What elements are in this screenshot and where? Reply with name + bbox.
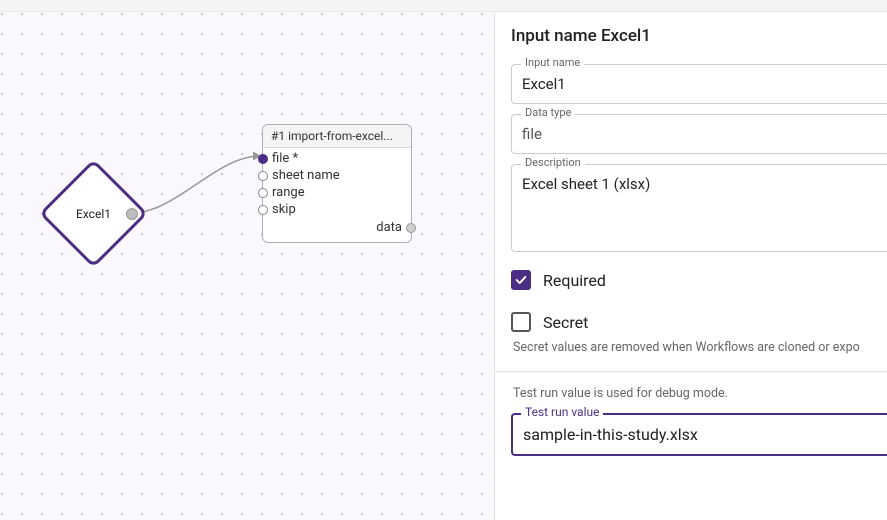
step-node-body: file * sheet name range skip data (263, 148, 411, 242)
field-legend-input-name: Input name (521, 56, 584, 69)
field-description: Description (511, 164, 887, 256)
input-port-row[interactable]: range (263, 184, 411, 201)
field-legend-test-run: Test run value (521, 405, 603, 419)
panel-title-value: Excel1 (601, 26, 651, 46)
input-node-output-port[interactable] (126, 208, 138, 220)
field-legend-data-type: Data type (521, 106, 575, 119)
field-test-run-value: Test run value (511, 413, 887, 456)
field-input-name: Input name (511, 64, 887, 104)
secret-checkbox-row[interactable]: Secret (511, 312, 887, 332)
input-port-dot[interactable] (258, 154, 268, 164)
data-type-field[interactable] (511, 114, 887, 154)
required-checkbox-row[interactable]: Required (511, 270, 887, 290)
output-port-dot[interactable] (406, 223, 416, 233)
field-legend-description: Description (521, 156, 585, 169)
input-port-dot[interactable] (258, 205, 268, 215)
workflow-canvas[interactable]: Excel1 #1 import-from-excel... file * she… (0, 12, 495, 520)
input-node-excel1[interactable]: Excel1 (55, 175, 132, 252)
description-field[interactable] (511, 164, 887, 252)
input-port-label: range (272, 185, 305, 200)
output-port-row[interactable]: data (263, 218, 411, 238)
panel-divider (495, 371, 887, 372)
panel-title: Input name Excel1 (511, 26, 887, 46)
test-run-help: Test run value is used for debug mode. (513, 386, 887, 401)
step-node-header: #1 import-from-excel... (263, 125, 411, 148)
input-port-row[interactable]: sheet name (263, 167, 411, 184)
properties-panel: Input name Excel1 Input name Data type D… (495, 12, 887, 520)
panel-title-prefix: Input name (511, 26, 597, 46)
input-port-label: sheet name (272, 168, 340, 183)
input-name-field[interactable] (511, 64, 887, 104)
canvas-grid (0, 12, 494, 520)
field-data-type: Data type (511, 114, 887, 154)
output-port-label: data (376, 220, 402, 235)
input-port-dot[interactable] (258, 188, 268, 198)
input-port-row[interactable]: file * (263, 150, 411, 167)
input-port-dot[interactable] (258, 171, 268, 181)
required-checkbox[interactable] (511, 270, 531, 290)
input-port-label: file * (272, 151, 298, 166)
app-top-bar (0, 0, 887, 12)
input-port-label: skip (272, 202, 296, 217)
required-label: Required (543, 271, 606, 290)
secret-checkbox[interactable] (511, 312, 531, 332)
secret-help-text: Secret values are removed when Workflows… (513, 340, 887, 355)
secret-label: Secret (543, 313, 588, 332)
step-node-import-from-excel[interactable]: #1 import-from-excel... file * sheet name… (262, 124, 412, 243)
test-run-value-field[interactable] (511, 413, 887, 456)
input-node-label: Excel1 (76, 207, 111, 221)
input-port-row[interactable]: skip (263, 201, 411, 218)
check-icon (514, 273, 528, 287)
